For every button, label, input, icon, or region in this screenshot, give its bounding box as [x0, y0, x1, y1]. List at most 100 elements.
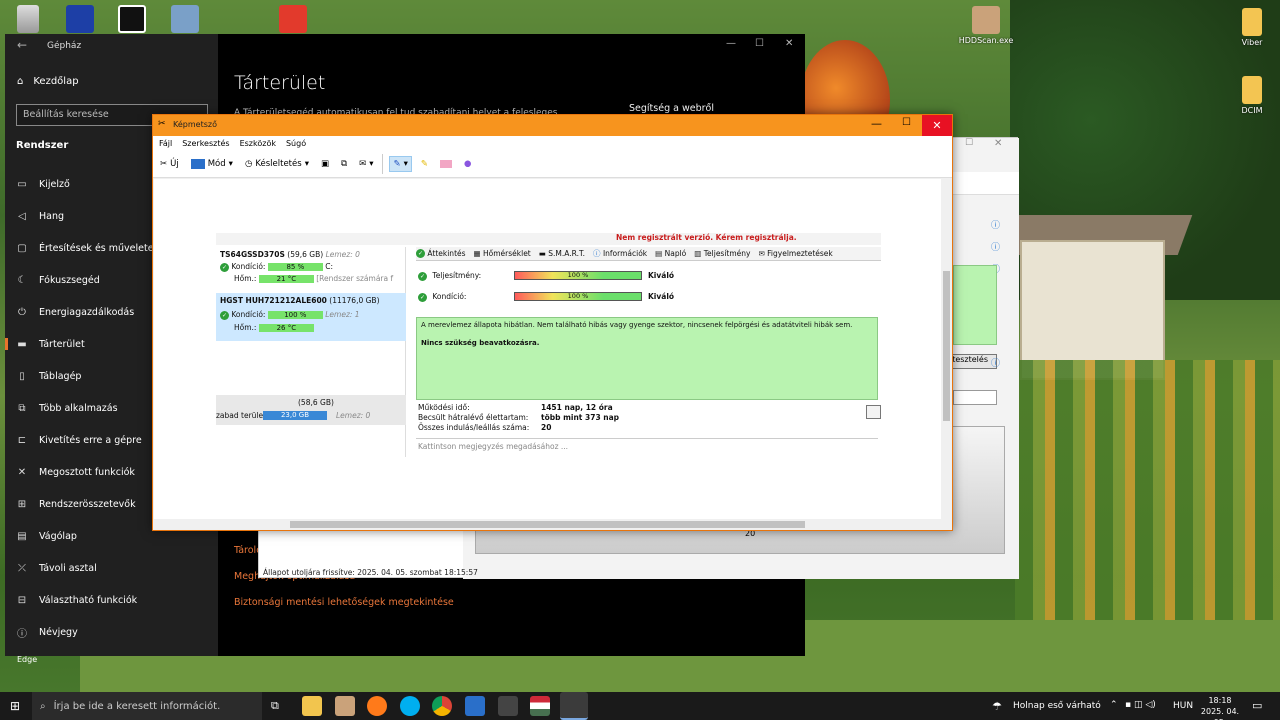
- details-tabs: ✓ Áttekintés ▦ Hőmérséklet ▬ S.M.A.R.T. …: [416, 247, 881, 261]
- delay-button[interactable]: ◷ Késleltetés ▾: [242, 157, 312, 171]
- backup-link[interactable]: Biztonsági mentési lehetőségek megtekint…: [234, 597, 454, 608]
- volume-panel: (58,6 GB) zabad terület 23,0 GB Lemez: 0: [216, 395, 406, 425]
- search-placeholder: Írja be ide a keresett információt.: [53, 700, 221, 712]
- save-button[interactable]: ▣: [318, 157, 332, 171]
- send-button[interactable]: ✉ ▾: [356, 157, 376, 171]
- tab-alerts[interactable]: ✉ Figyelmeztetések: [758, 249, 832, 258]
- desktop-shortcut-hddscan[interactable]: HDDScan.exe: [956, 6, 1016, 45]
- help-icon[interactable]: ⓘ: [991, 356, 1000, 369]
- snipping-tool-taskbar-icon[interactable]: [560, 692, 588, 720]
- chart-app-icon[interactable]: [102, 5, 162, 35]
- settings-gear-icon[interactable]: [498, 696, 518, 716]
- close-button[interactable]: ✕: [785, 38, 793, 49]
- app-icon[interactable]: [465, 696, 485, 716]
- scroll-thumb[interactable]: [290, 521, 805, 528]
- horizontal-scrollbar[interactable]: [154, 519, 941, 530]
- paint3d-button[interactable]: ●: [461, 157, 474, 171]
- chrome-icon[interactable]: [432, 696, 452, 716]
- weather-text[interactable]: Holnap eső várható: [1013, 701, 1101, 711]
- highlighter-button[interactable]: ✎: [418, 157, 431, 171]
- clock[interactable]: 18:18 2025. 04. 05.: [1199, 695, 1241, 720]
- sidebar-item-about[interactable]: ⓘ Névjegy: [17, 623, 212, 641]
- task-view-icon[interactable]: ⧉: [271, 699, 279, 713]
- sidebar-item-optional[interactable]: ⊟ Választható funkciók: [17, 591, 212, 609]
- vertical-scrollbar[interactable]: [941, 179, 952, 519]
- scroll-thumb[interactable]: [943, 271, 950, 421]
- window-title: Képmetsző: [173, 120, 217, 129]
- performance-label: Teljesítmény:: [432, 271, 482, 280]
- comment-field[interactable]: Kattintson megjegyzés megadásához ...: [416, 438, 878, 452]
- scissors-icon: ✂: [158, 119, 166, 129]
- language-indicator[interactable]: HUN: [1173, 701, 1193, 711]
- desktop-folder-dcim[interactable]: DCIM: [1222, 76, 1280, 115]
- chevron-up-icon[interactable]: ⌃: [1110, 700, 1118, 710]
- tab-temperature[interactable]: ▦ Hőmérséklet: [474, 249, 531, 258]
- tab-smart[interactable]: ▬ S.M.A.R.T.: [539, 249, 585, 258]
- sidebar-home[interactable]: ⌂ Kezdőlap: [17, 76, 79, 87]
- minimize-button[interactable]: —: [726, 38, 736, 49]
- eraser-button[interactable]: [437, 158, 455, 170]
- sidebar-item-label: Táblagép: [39, 370, 82, 382]
- new-button[interactable]: ✂ Új: [157, 157, 182, 171]
- temp-bar: 26 °C: [258, 323, 314, 332]
- ok-icon: ✓: [220, 262, 229, 272]
- pen-button[interactable]: ✎ ▾: [389, 155, 412, 172]
- flag-app-icon[interactable]: [530, 696, 550, 716]
- menu-edit[interactable]: Szerkesztés: [182, 139, 229, 148]
- maximize-button[interactable]: ☐: [755, 38, 764, 49]
- temp-label: Hőm.:: [234, 322, 257, 332]
- sidebar-item-label: Vágólap: [39, 530, 77, 542]
- tab-overview[interactable]: ✓ Áttekintés: [416, 249, 466, 259]
- close-button[interactable]: ✕: [994, 138, 1002, 149]
- tab-label: Információk: [602, 249, 648, 258]
- snip-canvas[interactable]: Nem regisztrált verzió. Kérem regisztrál…: [154, 179, 941, 519]
- skype-icon[interactable]: [400, 696, 420, 716]
- file-explorer-icon[interactable]: [302, 696, 322, 716]
- save-app-icon[interactable]: [50, 5, 110, 35]
- help-icon[interactable]: ⓘ: [991, 240, 1000, 253]
- sidebar-item-remote[interactable]: ⤫ Távoli asztal: [17, 559, 212, 577]
- tray-icons[interactable]: ▪ ◫ ◁): [1125, 700, 1156, 710]
- notification-center-icon[interactable]: ▭: [1252, 699, 1262, 712]
- copy-button[interactable]: ⧉: [338, 157, 350, 171]
- back-arrow-icon[interactable]: ←: [17, 38, 27, 52]
- anydesk-icon[interactable]: [263, 5, 323, 35]
- details-button[interactable]: [866, 405, 881, 419]
- maximize-button[interactable]: ☐: [902, 117, 911, 128]
- free-note: Lemez: 0: [336, 411, 371, 420]
- tab-performance[interactable]: ▥ Teljesítmény: [694, 249, 750, 258]
- ok-icon: ✓: [220, 310, 229, 320]
- status-text: Állapot utoljára frissítve: 2025. 04. 05…: [263, 568, 478, 577]
- tab-info[interactable]: ⓘ Információk: [593, 248, 647, 259]
- windows-start-icon[interactable]: ⊞: [10, 699, 20, 713]
- mode-button[interactable]: Mód ▾: [188, 157, 236, 171]
- maximize-button[interactable]: ☐: [965, 138, 973, 148]
- firefox-icon[interactable]: [367, 696, 387, 716]
- menu-bar: Fájl Szerkesztés Eszközök Súgó: [153, 136, 952, 150]
- disk-extra: Lemez: 0: [325, 250, 360, 259]
- help-icon[interactable]: ⓘ: [991, 218, 1000, 231]
- remote-icon: ⤫: [18, 562, 26, 574]
- home-icon: ⌂: [17, 76, 24, 87]
- edge-label[interactable]: Edge: [17, 655, 37, 664]
- save-icon: ▣: [320, 158, 329, 169]
- taskbar-search[interactable]: ⌕ Írja be ide a keresett információt.: [32, 692, 262, 720]
- disk-item[interactable]: TS64GSSD370S (59,6 GB) Lemez: 0 ✓ Kondíc…: [216, 247, 406, 291]
- help-link[interactable]: Segítség a webről: [629, 103, 714, 114]
- tablet-icon: ▯: [19, 370, 25, 382]
- close-button[interactable]: ✕: [922, 115, 952, 136]
- menu-file[interactable]: Fájl: [159, 139, 172, 148]
- tab-log[interactable]: ▤ Napló: [655, 249, 686, 258]
- minimize-button[interactable]: —: [871, 117, 882, 130]
- notification-icon: ▢: [17, 242, 27, 254]
- free-label: zabad terület: [216, 411, 267, 420]
- disk-item[interactable]: HGST HUH721212ALE600 (11176,0 GB) ✓ Kond…: [216, 293, 406, 341]
- desktop-folder-viber[interactable]: Viber: [1222, 8, 1280, 47]
- backup-app-icon[interactable]: [155, 5, 215, 35]
- folder-icon: [1242, 8, 1262, 36]
- menu-help[interactable]: Súgó: [286, 139, 306, 148]
- power-icon: ⏻: [18, 306, 26, 318]
- tab-label: Áttekintés: [427, 248, 466, 258]
- hddscan-taskbar-icon[interactable]: [335, 696, 355, 716]
- menu-tools[interactable]: Eszközök: [240, 139, 276, 148]
